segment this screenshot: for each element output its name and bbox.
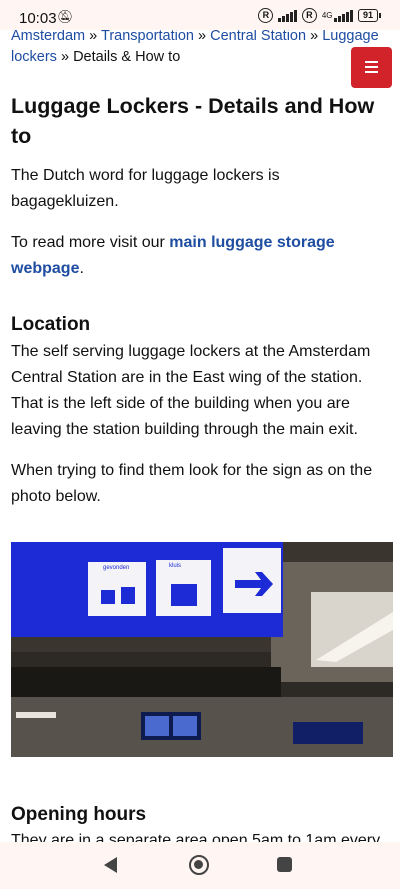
breadcrumb-separator: » [60,49,70,65]
page-content: Amsterdam » Transportation » Central Sta… [0,30,400,842]
breadcrumb: Amsterdam » Transportation » Central Sta… [11,30,383,68]
breadcrumb-link-transportation[interactable]: Transportation [101,30,194,44]
find-sign-paragraph: When trying to find them look for the si… [11,462,373,505]
signal-icon [278,9,297,22]
back-icon[interactable] [104,857,117,873]
read-more-paragraph: To read more visit our main luggage stor… [11,230,387,282]
breadcrumb-separator: » [198,30,207,44]
menu-button[interactable] [351,47,392,88]
network-type: 4G [321,10,333,20]
breadcrumb-link-amsterdam[interactable]: Amsterdam [11,30,85,44]
home-icon[interactable] [189,855,209,875]
intro-paragraph: The Dutch word for luggage lockers is ba… [11,167,280,210]
status-icons: R R 4G 91 [258,8,382,23]
breadcrumb-current: Details & How to [73,49,181,65]
location-heading: Location [11,314,91,335]
breadcrumb-link-central-station[interactable]: Central Station [210,30,306,44]
battery-level: 91 [362,10,373,20]
opening-hours-paragraph: They are in a separate area open 5am to … [11,832,381,842]
status-time: 10:03 [19,10,57,27]
mute-icon: 🔕︎ [57,9,74,24]
locker-sign-photo: gevonden kluis [11,542,393,757]
system-nav-bar [0,842,400,889]
recent-apps-icon[interactable] [277,857,292,872]
signal-icon-2 [334,9,353,22]
photo-illustration: gevonden kluis [11,542,393,757]
location-paragraph: The self serving luggage lockers at the … [11,343,371,438]
status-bar: 10:03 🔕︎ R R 4G 91 [0,0,400,30]
sign-label-gevonden: gevonden [103,565,129,571]
read-more-suffix: . [79,260,84,277]
breadcrumb-separator: » [89,30,98,44]
roaming-icon: R [258,8,274,23]
opening-hours-heading: Opening hours [11,804,147,825]
hamburger-icon [365,61,378,63]
page-title: Luggage Lockers - Details and How to [11,94,375,148]
breadcrumb-separator: » [310,30,319,44]
sign-label-kluis: kluis [169,563,181,569]
battery-icon: 91 [357,9,382,22]
roaming-icon-2: R [301,8,317,23]
read-more-prefix: To read more visit our [11,234,170,251]
